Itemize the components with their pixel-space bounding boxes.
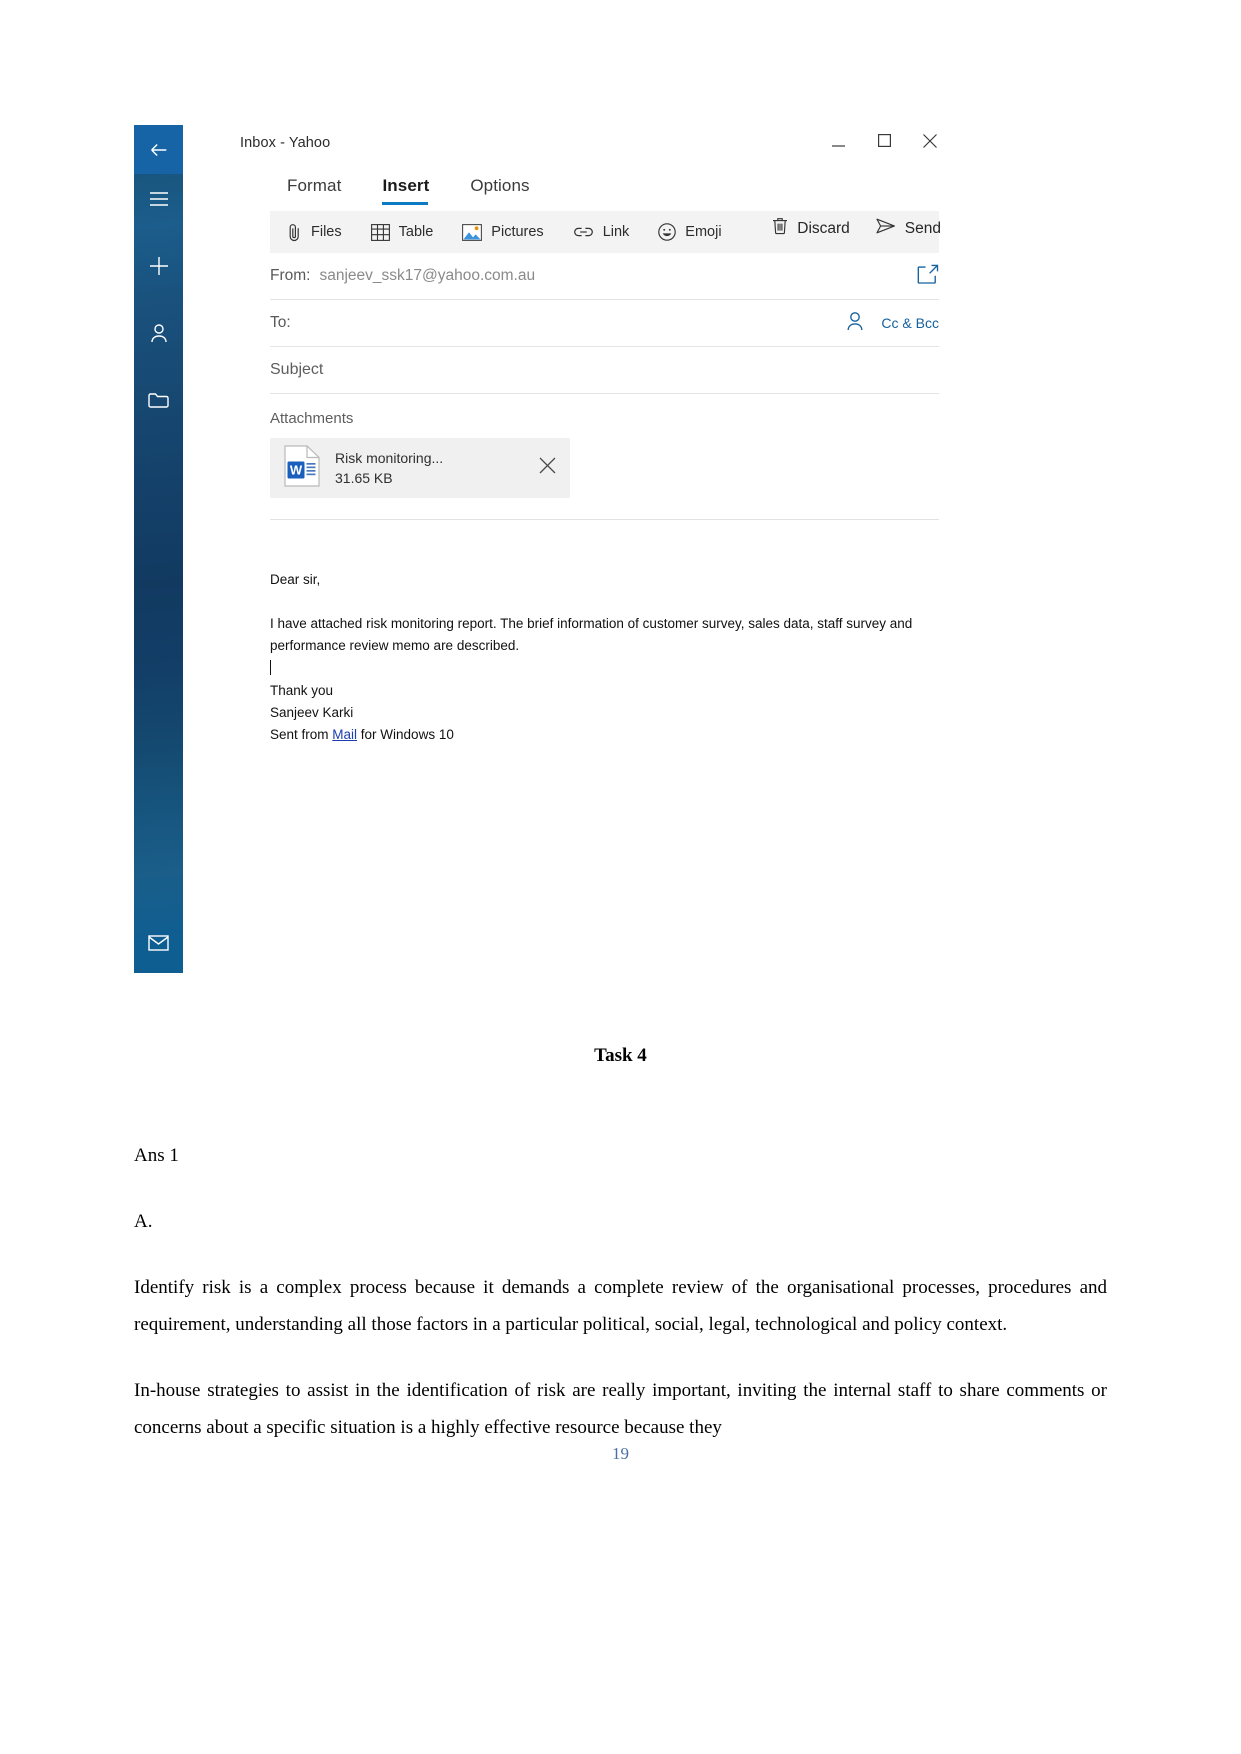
paper-plane-icon [876,218,896,239]
subject-placeholder: Subject [270,361,324,378]
text-caret [270,659,271,675]
body-closing: Thank you [270,683,334,699]
close-icon [539,457,556,478]
paragraph-1: Identify risk is a complex process becau… [134,1277,1107,1336]
ribbon-tab-strip: Format Insert Options Discard Send [183,167,953,237]
ribbon-table-button[interactable]: Table [370,223,434,241]
from-field-row[interactable]: From: sanjeev_ssk17@yahoo.com.au [270,253,939,300]
mail-navigation-rail [134,125,183,973]
ribbon-pictures-button[interactable]: Pictures [462,223,544,241]
popout-icon[interactable] [917,264,939,289]
link-icon [573,225,594,239]
ribbon-files-button[interactable]: Files [287,223,342,242]
menu-button[interactable] [134,174,183,223]
subject-field-row[interactable]: Subject [270,347,939,394]
attachment-item[interactable]: W Risk monitoring... 31.65 KB [270,438,570,498]
mail-button[interactable] [134,918,183,967]
attachment-size: 31.65 KB [335,470,393,486]
ribbon-emoji-button[interactable]: Emoji [658,223,722,241]
svg-text:W: W [290,462,303,477]
remove-attachment-button[interactable] [533,451,562,485]
tab-insert[interactable]: Insert [382,176,429,205]
discard-label: Discard [797,219,850,237]
plus-icon [149,256,169,276]
ribbon-link-label: Link [602,224,630,240]
ribbon-pictures-label: Pictures [491,224,544,240]
send-button[interactable]: Send [876,218,941,239]
people-button[interactable] [134,308,183,357]
close-button[interactable] [907,127,953,159]
folders-button[interactable] [134,375,183,424]
table-icon [370,223,390,241]
mail-body[interactable]: Dear sir, I have attached risk monitorin… [270,520,939,746]
answer-label: Ans 1 [134,1145,179,1166]
tab-options[interactable]: Options [470,176,529,203]
ribbon-link-button[interactable]: Link [573,224,630,240]
close-icon [923,133,937,153]
document-content: Task 4 Ans 1 A. Identify risk is a compl… [0,1020,1241,1463]
envelope-icon [148,934,169,951]
window-controls [815,127,953,159]
person-picker-icon[interactable] [846,311,864,336]
tab-format[interactable]: Format [287,176,341,203]
hamburger-menu-icon [149,191,169,207]
compose-actions: Discard Send [772,217,941,240]
attachment-name: Risk monitoring... [335,449,444,466]
ribbon-table-label: Table [398,224,434,240]
cc-bcc-button[interactable]: Cc & Bcc [881,315,939,331]
from-value: sanjeev_ssk17@yahoo.com.au [319,267,536,284]
trash-icon [772,217,788,240]
minimize-icon [831,134,845,152]
ribbon-files-label: Files [311,224,342,240]
smiley-icon [658,223,677,241]
ribbon-emoji-label: Emoji [685,224,722,240]
maximize-icon [877,134,891,152]
to-input[interactable] [299,313,847,333]
minimize-button[interactable] [815,127,861,159]
signature-block: Thank you Sanjeev Karki [270,680,939,724]
body-paragraph: I have attached risk monitoring report. … [270,615,913,653]
from-label: From: [270,267,311,284]
to-field-row[interactable]: To: Cc & Bcc [270,300,939,347]
body-sender-name: Sanjeev Karki [270,705,354,721]
picture-icon [462,223,483,241]
page-number: 19 [612,1444,629,1463]
mail-app-link[interactable]: Mail [332,727,357,742]
person-icon [150,323,168,343]
task-heading: Task 4 [594,1045,647,1066]
new-mail-button[interactable] [134,241,183,290]
word-document-icon: W [284,444,320,492]
sent-from-prefix: Sent from [270,727,333,743]
compose-fields: From: sanjeev_ssk17@yahoo.com.au To: Cc … [270,253,939,394]
sent-from-suffix: for Windows 10 [357,727,454,743]
discard-button[interactable]: Discard [772,217,850,240]
send-label: Send [904,219,941,237]
back-button[interactable] [134,125,183,174]
folder-icon [148,391,169,409]
mail-compose-window: Inbox - Yahoo Format Insert Options Disc… [134,125,953,973]
to-label: To: [270,314,291,331]
window-title: Inbox - Yahoo [240,135,331,151]
attachments-section: Attachments W Risk monitoring... 31.65 K… [270,394,939,498]
attachments-title: Attachments [270,410,354,427]
sent-from-signature: Sent from Mail for Windows 10 [270,724,939,746]
attachment-meta: Risk monitoring... 31.65 KB [335,448,533,489]
title-bar: Inbox - Yahoo [183,125,953,167]
paragraph-2: In-house strategies to assist in the ide… [134,1380,1107,1439]
mail-compose-pane: Inbox - Yahoo Format Insert Options Disc… [183,125,953,973]
paperclip-icon [287,223,302,242]
sub-answer-label: A. [134,1211,153,1233]
maximize-button[interactable] [861,127,907,159]
body-caret-line [270,657,939,679]
back-arrow-icon [148,139,170,161]
body-greeting: Dear sir, [270,572,321,587]
